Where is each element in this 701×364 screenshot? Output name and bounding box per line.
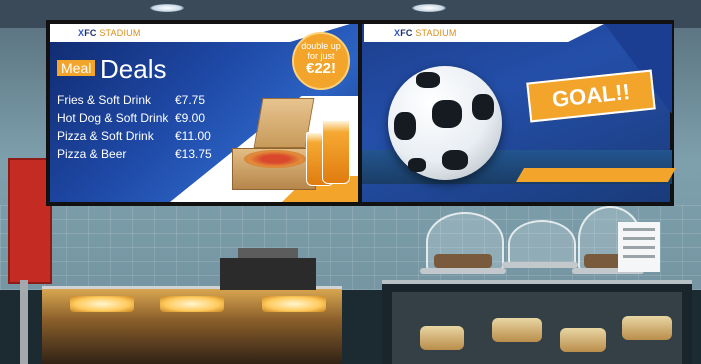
sandwich	[420, 326, 464, 350]
menu-item-name: Fries & Soft Drink	[57, 93, 152, 107]
brand-logo: XFC STADIUM	[78, 28, 141, 38]
ball-patch	[472, 94, 494, 120]
cash-register	[220, 258, 316, 290]
dome-stand	[502, 262, 578, 268]
menu-item-price: €13.75	[175, 147, 212, 161]
ball-patch	[394, 112, 416, 140]
soccer-ball	[388, 66, 502, 180]
menu-item-name: Pizza & Soft Drink	[57, 129, 154, 143]
cake-dome	[508, 220, 576, 268]
ball-patch	[416, 72, 440, 88]
orange-strip	[515, 168, 677, 182]
stadium-concession-scene: XFC STADIUM Meal Deals Fries & Soft Drin…	[0, 0, 701, 364]
sign-pole	[20, 280, 28, 364]
heat-lamp	[70, 296, 134, 312]
dome-stand	[420, 268, 506, 274]
promo-badge: double up for just €22!	[292, 32, 350, 90]
pizza	[244, 150, 306, 168]
beer-glass	[322, 120, 350, 184]
meal-tag: Meal	[57, 60, 96, 76]
ball-patch	[408, 158, 426, 172]
brand-logo: XFC STADIUM	[394, 28, 457, 38]
ball-patch	[432, 100, 462, 128]
sandwich	[560, 328, 606, 352]
sandwich	[492, 318, 542, 342]
deals-title: Deals	[100, 54, 167, 84]
cake	[434, 254, 492, 268]
badge-line-1: double up	[301, 41, 341, 51]
badge-price: €22!	[305, 60, 337, 77]
menu-item-price: €11.00	[175, 129, 211, 143]
heat-lamp	[262, 296, 326, 312]
ceiling-light	[150, 4, 184, 12]
menu-item-name: Hot Dog & Soft Drink	[57, 111, 169, 125]
menu-item-name: Pizza & Beer	[57, 147, 127, 161]
ceiling-light	[412, 4, 446, 12]
menu-item-price: €9.00	[175, 111, 206, 125]
sandwich	[622, 316, 672, 340]
menu-card	[618, 222, 660, 272]
ball-patch	[442, 150, 468, 170]
menu-item-price: €7.75	[175, 93, 206, 107]
heat-lamp	[160, 296, 224, 312]
